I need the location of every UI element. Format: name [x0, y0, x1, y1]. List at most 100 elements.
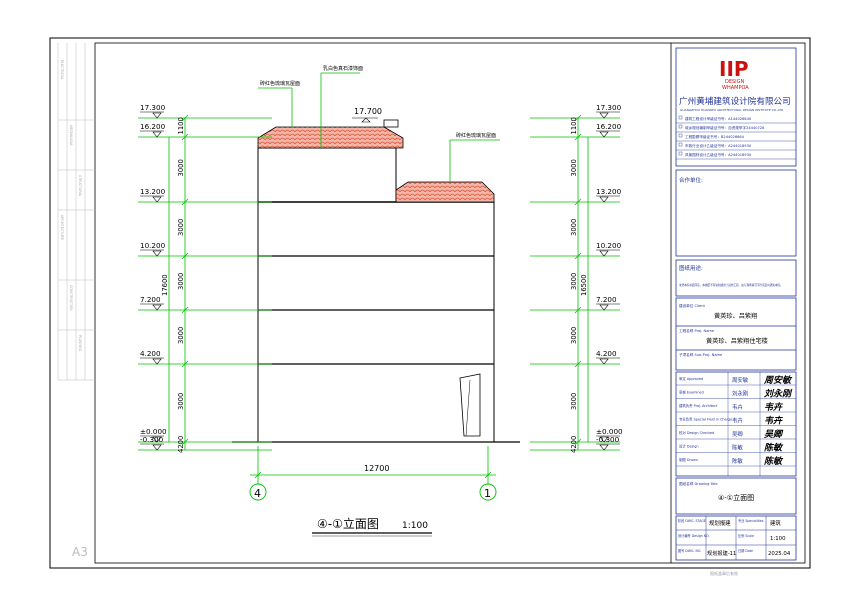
- cert-line: 工程勘察甲级证书号：B244026664: [685, 134, 745, 139]
- scale-label: 比例 Scale: [738, 533, 754, 538]
- total-dim-label: 17600: [161, 274, 169, 296]
- drawing-sheet: ELECTRICAL MECHANICAL STRUCTURAL ARCHITECTU…: [49, 37, 811, 576]
- spec-value: 建筑: [770, 519, 781, 527]
- left-strip-label: ARCHITECTURE: [60, 215, 64, 240]
- level-symbol: [599, 358, 609, 365]
- level-symbol: [599, 250, 609, 257]
- company-name-cn: 广州黄埔建筑设计院有限公司: [679, 95, 791, 107]
- staff-signature: 陈敏: [764, 443, 784, 454]
- segment-dim-label: 3000: [177, 327, 185, 344]
- staff-role: 审定 Approved: [679, 376, 703, 381]
- level-label: 7.200: [140, 295, 161, 304]
- drawing-scale: 1:100: [402, 521, 428, 531]
- segment-dim-label: 1100: [570, 117, 578, 134]
- level-symbol: [599, 112, 609, 119]
- level-symbol: [152, 131, 162, 138]
- staff-role: 校对 Design Checked: [679, 430, 714, 435]
- level-label: 7.200: [596, 295, 617, 304]
- client-label: 建设单位 Client: [679, 303, 706, 308]
- level-symbol: [599, 304, 609, 311]
- project-value: 黄英珍、吕紫翔住宅楼: [706, 337, 768, 345]
- axis-left-label: 4: [254, 487, 261, 500]
- cert-checkbox: [678, 151, 683, 156]
- left-strip: [57, 43, 95, 381]
- drawing-title-label: 图纸名称 Drawing title: [679, 481, 718, 486]
- sheet-label: 图号 DWG. NO.: [678, 548, 701, 553]
- level-label: 13.200: [140, 187, 166, 196]
- stage-value: 规划报建: [709, 519, 731, 527]
- annotation-roof-top: 砖红色琉璃瓦屋面: [260, 80, 300, 87]
- segment-dim-label: 4200: [570, 436, 578, 453]
- level-label: -0.300: [596, 435, 620, 444]
- level-top: 17.700: [354, 107, 382, 116]
- level-label: 17.300: [140, 103, 166, 112]
- staff-table: 审定 Approved 周安敏 周安敏审核 Examined 刘永刚 刘永刚建筑负责 P…: [676, 372, 796, 476]
- segment-dim-label: 3000: [570, 159, 578, 176]
- total-dim-label: 16500: [580, 274, 588, 296]
- level-label: 13.200: [596, 187, 622, 196]
- sheet-value: 规划报建-11: [707, 549, 736, 557]
- left-strip-label: CONSTRUCTION: [69, 285, 73, 311]
- cert-checkbox: [678, 115, 683, 120]
- date-value: 2025.04: [768, 551, 791, 557]
- cert-checkbox: [678, 124, 683, 129]
- sheet-size-label: A3: [72, 545, 88, 559]
- staff-role: 专业负责 Special Field in Charge: [679, 417, 732, 422]
- staff-name: 吴卿: [732, 430, 743, 438]
- level-label: 16.200: [596, 122, 622, 131]
- staff-signature: 刘永刚: [764, 389, 793, 400]
- project-label: 工程名称 Proj. Name: [679, 328, 715, 333]
- stage-label: 阶段 DWG. STAGE: [678, 518, 706, 523]
- bottom-note: 图纸盖章后有效: [710, 570, 738, 576]
- cert-line: 城乡规划编制甲级证书号：自资规甲字24440728: [685, 125, 765, 130]
- segment-dim-label: 3000: [177, 159, 185, 176]
- left-strip-label: STRUCTURAL: [78, 175, 82, 197]
- level-label: 10.200: [596, 241, 622, 250]
- cert-checkbox: [678, 133, 683, 138]
- staff-role: 审核 Examined: [679, 390, 704, 395]
- date-label: 日期 Date: [738, 548, 753, 553]
- level-label: -0.300: [140, 435, 164, 444]
- left-strip-label: MECHANICAL: [69, 125, 73, 146]
- staff-name: 韦卉: [732, 403, 743, 411]
- main-body: [257, 201, 495, 443]
- staff-role: 制图 Drawn: [679, 457, 698, 462]
- main-roof: [257, 126, 404, 149]
- staff-signature: 陈敏: [764, 456, 784, 467]
- client-value: 黄英珍、吕紫翔: [714, 312, 757, 320]
- staff-name: 陈敏: [732, 444, 743, 452]
- spec-label: 专业 Specialities: [738, 518, 764, 523]
- level-label: 4.200: [140, 349, 161, 358]
- staff-name: 刘永刚: [732, 390, 748, 398]
- side-roof: [395, 181, 495, 203]
- staff-role: 设计 Design: [679, 444, 699, 449]
- level-label: 16.200: [140, 122, 166, 131]
- level-symbol: [152, 444, 162, 451]
- level-symbol: [599, 196, 609, 203]
- annotation-roof-side: 砖红色琉璃瓦屋面: [456, 132, 496, 139]
- coop-label: 合作单位:: [679, 176, 703, 184]
- company-name-en: GUANGZHOU HUANGPU ARCHITECTURAL DESIGN I…: [680, 108, 784, 112]
- cert-list: 建筑工程设计甲级证书号：A144026640 城乡规划编制甲级证书号：自资规甲字2…: [676, 115, 796, 160]
- drawing-title: ④-①立面图: [317, 516, 379, 531]
- building-elevation: [232, 72, 520, 443]
- staff-signature: 吴卿: [764, 429, 784, 440]
- segment-dim-label: 3000: [177, 219, 185, 236]
- stamp-label: 图纸用途:: [679, 264, 703, 272]
- segment-dim-label: 3000: [177, 393, 185, 410]
- left-strip-labels: ELECTRICAL MECHANICAL STRUCTURAL ARCHITECTU…: [60, 60, 82, 352]
- level-symbol: [152, 196, 162, 203]
- scale-value: 1:100: [770, 536, 786, 542]
- subproj-label: 子项名称 Sub-Proj. Name: [679, 352, 723, 357]
- segment-dim-label: 3000: [570, 273, 578, 290]
- segment-dim-label: 3000: [177, 273, 185, 290]
- cert-line: 风景园林设计乙级证书号：A244018930: [685, 152, 752, 157]
- staff-name: 陈敏: [732, 457, 743, 465]
- cert-checkbox: [678, 142, 683, 147]
- segment-dim-label: 3000: [570, 327, 578, 344]
- staff-role: 建筑负责 Proj. Architect: [679, 403, 718, 408]
- annotation-wall: 乳白色真石漆饰面: [323, 65, 363, 72]
- level-label: 17.300: [596, 103, 622, 112]
- level-symbol: [152, 304, 162, 311]
- roof-parapet: [383, 119, 399, 128]
